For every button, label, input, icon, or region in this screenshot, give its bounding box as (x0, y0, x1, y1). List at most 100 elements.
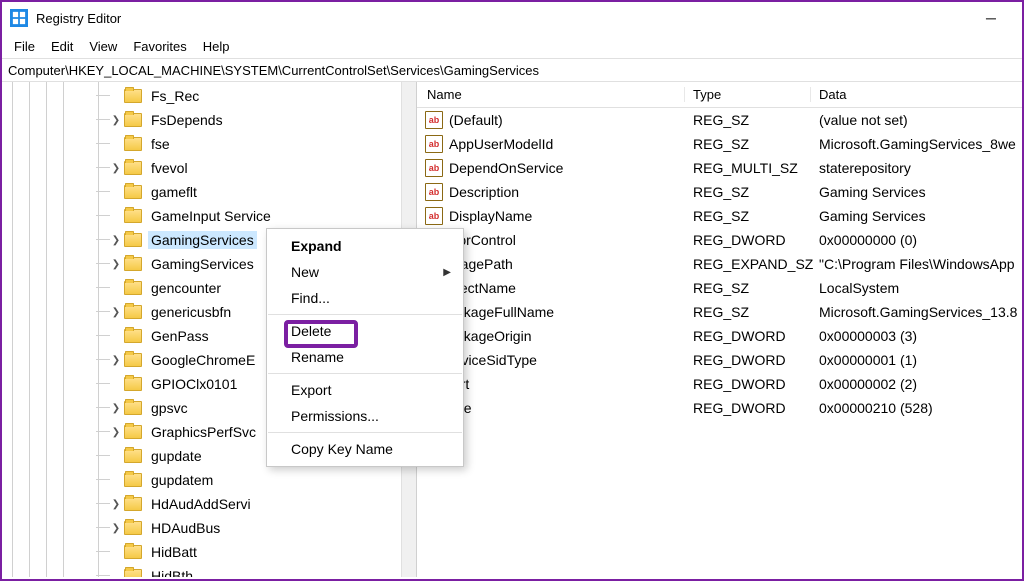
tree-label: gpsvc (148, 399, 191, 417)
ctx-permissions[interactable]: Permissions... (267, 403, 463, 429)
ctx-copy-key[interactable]: Copy Key Name (267, 436, 463, 462)
value-data: Gaming Services (811, 208, 1022, 224)
list-row[interactable]: tartREG_DWORD0x00000002 (2) (417, 372, 1022, 396)
value-data: 0x00000210 (528) (811, 400, 1022, 416)
value-type: REG_DWORD (685, 376, 811, 392)
menubar: File Edit View Favorites Help (2, 34, 1022, 58)
value-type: REG_DWORD (685, 400, 811, 416)
list-row[interactable]: ypeREG_DWORD0x00000210 (528) (417, 396, 1022, 420)
value-str-icon: ab (425, 207, 443, 225)
value-data: Microsoft.GamingServices_8we (811, 136, 1022, 152)
tree-item[interactable]: ❯ HdAudAddServi (2, 492, 416, 516)
ctx-export[interactable]: Export (267, 377, 463, 403)
folder-icon (124, 89, 142, 103)
menu-help[interactable]: Help (195, 37, 238, 56)
list-row[interactable]: abAppUserModelIdREG_SZMicrosoft.GamingSe… (417, 132, 1022, 156)
col-type[interactable]: Type (685, 87, 811, 102)
tree-label: HidBatt (148, 543, 200, 561)
menu-view[interactable]: View (81, 37, 125, 56)
value-str-icon: ab (425, 159, 443, 177)
chevron-icon[interactable]: ❯ (110, 163, 122, 174)
list-row[interactable]: abDependOnServiceREG_MULTI_SZstatereposi… (417, 156, 1022, 180)
col-name[interactable]: Name (417, 87, 685, 102)
tree-item[interactable]: fse (2, 132, 416, 156)
ctx-separator (268, 432, 462, 433)
tree-item[interactable]: HidBth (2, 564, 416, 577)
folder-icon (124, 353, 142, 367)
menu-edit[interactable]: Edit (43, 37, 81, 56)
chevron-icon[interactable]: ❯ (110, 499, 122, 510)
address-bar[interactable]: Computer\HKEY_LOCAL_MACHINE\SYSTEM\Curre… (2, 58, 1022, 82)
list-row[interactable]: ackageFullNameREG_SZMicrosoft.GamingServ… (417, 300, 1022, 324)
ctx-expand[interactable]: Expand (267, 233, 463, 259)
tree-label: gupdatem (148, 471, 216, 489)
list-row[interactable]: abDescriptionREG_SZGaming Services (417, 180, 1022, 204)
value-data: staterepository (811, 160, 1022, 176)
list-row[interactable]: bjectNameREG_SZLocalSystem (417, 276, 1022, 300)
chevron-right-icon: ▶ (443, 267, 451, 278)
folder-icon (124, 401, 142, 415)
app-icon (10, 9, 28, 27)
folder-icon (124, 185, 142, 199)
list-row[interactable]: erviceSidTypeREG_DWORD0x00000001 (1) (417, 348, 1022, 372)
tree-label: genericusbfn (148, 303, 234, 321)
chevron-icon[interactable]: ❯ (110, 355, 122, 366)
titlebar: Registry Editor ─ (2, 2, 1022, 34)
value-type: REG_DWORD (685, 328, 811, 344)
value-type: REG_SZ (685, 184, 811, 200)
chevron-icon[interactable]: ❯ (110, 307, 122, 318)
menu-file[interactable]: File (6, 37, 43, 56)
value-data: Gaming Services (811, 184, 1022, 200)
value-type: REG_SZ (685, 112, 811, 128)
folder-icon (124, 113, 142, 127)
tree-label: fse (148, 135, 173, 153)
value-data: Microsoft.GamingServices_13.8 (811, 304, 1022, 320)
tree-label: GraphicsPerfSvc (148, 423, 259, 441)
folder-icon (124, 161, 142, 175)
folder-icon (124, 545, 142, 559)
tree-label: FsDepends (148, 111, 226, 129)
chevron-icon[interactable]: ❯ (110, 259, 122, 270)
tree-item[interactable]: ❯HDAudBus (2, 516, 416, 540)
ctx-delete[interactable]: Delete (267, 318, 463, 344)
tree-item[interactable]: ❯ FsDepends (2, 108, 416, 132)
tree-item[interactable]: gupdatem (2, 468, 416, 492)
tree-item[interactable]: HidBatt (2, 540, 416, 564)
tree-item[interactable]: ❯fvevol (2, 156, 416, 180)
chevron-icon[interactable]: ❯ (110, 115, 122, 126)
list-row[interactable]: 011rrorControlREG_DWORD0x00000000 (0) (417, 228, 1022, 252)
chevron-icon[interactable]: ❯ (110, 427, 122, 438)
tree-label: GPIOClx0101 (148, 375, 240, 393)
chevron-icon[interactable]: ❯ (110, 235, 122, 246)
list-row[interactable]: abDisplayNameREG_SZGaming Services (417, 204, 1022, 228)
tree-label: GameInput Service (148, 207, 274, 225)
folder-icon (124, 521, 142, 535)
tree-label: gupdate (148, 447, 205, 465)
tree-label: GamingServices (148, 255, 257, 273)
tree-item[interactable]: gameflt (2, 180, 416, 204)
value-type: REG_SZ (685, 304, 811, 320)
value-str-icon: ab (425, 183, 443, 201)
value-data: 0x00000001 (1) (811, 352, 1022, 368)
chevron-icon[interactable]: ❯ (110, 403, 122, 414)
list-panel[interactable]: Name Type Data ab(Default)REG_SZ(value n… (417, 82, 1022, 577)
menu-favorites[interactable]: Favorites (125, 37, 194, 56)
value-data: 0x00000000 (0) (811, 232, 1022, 248)
ctx-rename[interactable]: Rename (267, 344, 463, 370)
tree-item[interactable]: Fs_Rec (2, 84, 416, 108)
minimize-button[interactable]: ─ (968, 2, 1014, 34)
tree-label: HdAudAddServi (148, 495, 254, 513)
ctx-new[interactable]: New▶ (267, 259, 463, 285)
chevron-icon[interactable]: ❯ (110, 523, 122, 534)
list-row[interactable]: ab(Default)REG_SZ(value not set) (417, 108, 1022, 132)
list-row[interactable]: magePathREG_EXPAND_SZ"C:\Program Files\W… (417, 252, 1022, 276)
list-row[interactable]: ackageOriginREG_DWORD0x00000003 (3) (417, 324, 1022, 348)
folder-icon (124, 569, 142, 577)
col-data[interactable]: Data (811, 87, 1022, 102)
ctx-find[interactable]: Find... (267, 285, 463, 311)
window-title: Registry Editor (36, 11, 121, 26)
value-str-icon: ab (425, 135, 443, 153)
value-type: REG_SZ (685, 208, 811, 224)
value-type: REG_SZ (685, 280, 811, 296)
tree-item[interactable]: GameInput Service (2, 204, 416, 228)
